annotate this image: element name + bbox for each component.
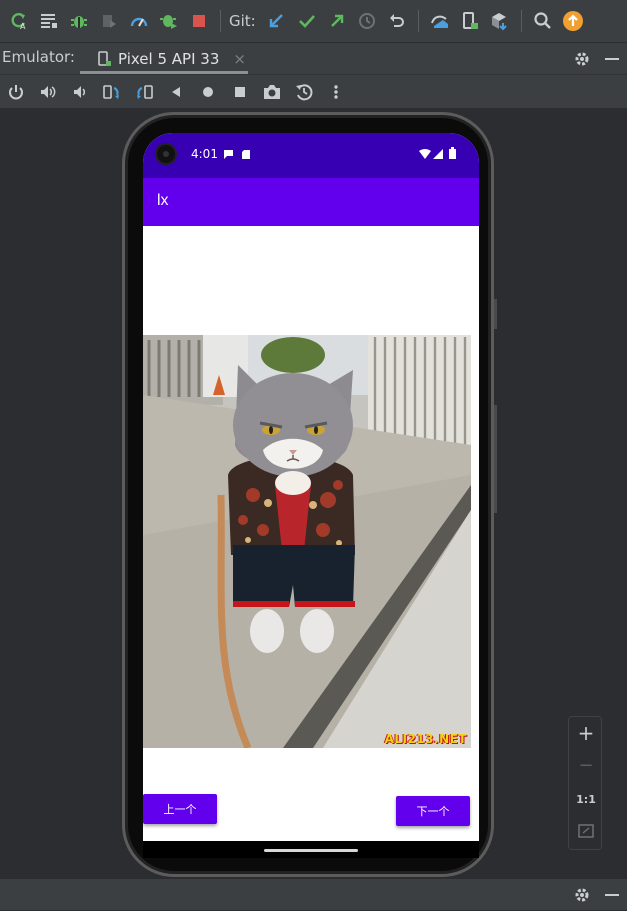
zoom-out-button[interactable]: − — [569, 755, 603, 776]
bottom-actions — [567, 879, 627, 911]
more-options-icon[interactable] — [320, 77, 352, 107]
emulator-tabbar: Emulator: Pixel 5 API 33 × — [0, 42, 627, 74]
profiler-icon[interactable] — [124, 6, 154, 36]
chat-notification-icon — [224, 150, 233, 159]
tabbar-actions — [567, 43, 627, 74]
power-icon[interactable] — [0, 77, 32, 107]
signal-icon — [433, 149, 443, 159]
bottom-toolbar — [0, 878, 627, 910]
stop-icon[interactable] — [184, 6, 214, 36]
prev-button[interactable]: 上一个 — [143, 794, 217, 824]
status-time: 4:01 — [191, 147, 218, 161]
attach-debugger-icon[interactable] — [94, 6, 124, 36]
git-label: Git: — [229, 12, 256, 30]
git-push-icon[interactable] — [322, 6, 352, 36]
git-commit-icon[interactable] — [292, 6, 322, 36]
device-icon — [98, 50, 111, 66]
app-title: lx — [157, 192, 169, 209]
zoom-actual-size-button[interactable]: 1:1 — [569, 793, 603, 806]
tab-pixel5[interactable]: Pixel 5 API 33 × — [80, 43, 248, 74]
overview-icon[interactable] — [224, 77, 256, 107]
battery-icon — [449, 147, 456, 159]
debug-icon[interactable] — [64, 6, 94, 36]
git-rollback-icon[interactable] — [382, 6, 412, 36]
snapshot-icon[interactable] — [288, 77, 320, 107]
status-bar: 4:01 — [143, 133, 479, 178]
logcat-icon[interactable] — [34, 6, 64, 36]
search-icon[interactable] — [528, 6, 558, 36]
bottom-gear-icon[interactable] — [567, 880, 597, 910]
back-icon[interactable] — [160, 77, 192, 107]
volume-down-icon[interactable] — [64, 77, 96, 107]
cat-image — [143, 335, 471, 748]
git-update-icon[interactable] — [262, 6, 292, 36]
device-manager-icon[interactable] — [455, 6, 485, 36]
app-bar: lx — [143, 178, 479, 226]
git-history-icon[interactable] — [352, 6, 382, 36]
device-screen[interactable]: 4:01 lx ALI213.NET 上一个 下一个 — [143, 133, 479, 858]
sd-card-icon — [242, 150, 250, 159]
cat-photo: ALI213.NET — [143, 335, 471, 748]
minimize-icon[interactable] — [597, 44, 627, 74]
device-power-button — [494, 299, 497, 329]
tab-close-icon[interactable]: × — [233, 50, 246, 68]
zoom-fit-icon[interactable] — [569, 823, 603, 843]
device-frame: 4:01 lx ALI213.NET 上一个 下一个 — [122, 112, 497, 877]
watermark-text: ALI213.NET — [384, 732, 467, 746]
rotate-right-icon[interactable] — [128, 77, 160, 107]
apply-changes-icon[interactable]: A — [4, 6, 34, 36]
svg-text:A: A — [20, 22, 26, 31]
front-camera — [155, 143, 177, 165]
sync-icon[interactable] — [425, 6, 455, 36]
emulator-controls — [0, 74, 627, 108]
camera-icon[interactable] — [256, 77, 288, 107]
wifi-icon — [419, 149, 431, 159]
toolbar-separator — [417, 10, 419, 32]
sdk-manager-icon[interactable] — [485, 6, 515, 36]
zoom-panel: + − 1:1 — [568, 716, 602, 850]
main-toolbar: A Git: — [0, 0, 627, 42]
device-volume-button — [494, 405, 497, 513]
bottom-minimize-icon[interactable] — [597, 880, 627, 910]
tab-title: Pixel 5 API 33 — [118, 49, 220, 68]
emulator-label: Emulator: — [2, 48, 75, 66]
home-gesture-handle[interactable] — [264, 849, 358, 852]
emulator-stage: 4:01 lx ALI213.NET 上一个 下一个 — [0, 108, 627, 878]
volume-up-icon[interactable] — [32, 77, 64, 107]
navigation-bar — [143, 841, 479, 858]
toolbar-separator — [220, 10, 221, 32]
zoom-in-button[interactable]: + — [569, 721, 603, 745]
next-button[interactable]: 下一个 — [396, 796, 470, 826]
gear-icon[interactable] — [567, 44, 597, 74]
debug-attach-icon[interactable] — [154, 6, 184, 36]
update-icon[interactable] — [558, 6, 588, 36]
toolbar-separator — [520, 10, 522, 32]
home-icon[interactable] — [192, 77, 224, 107]
rotate-left-icon[interactable] — [96, 77, 128, 107]
